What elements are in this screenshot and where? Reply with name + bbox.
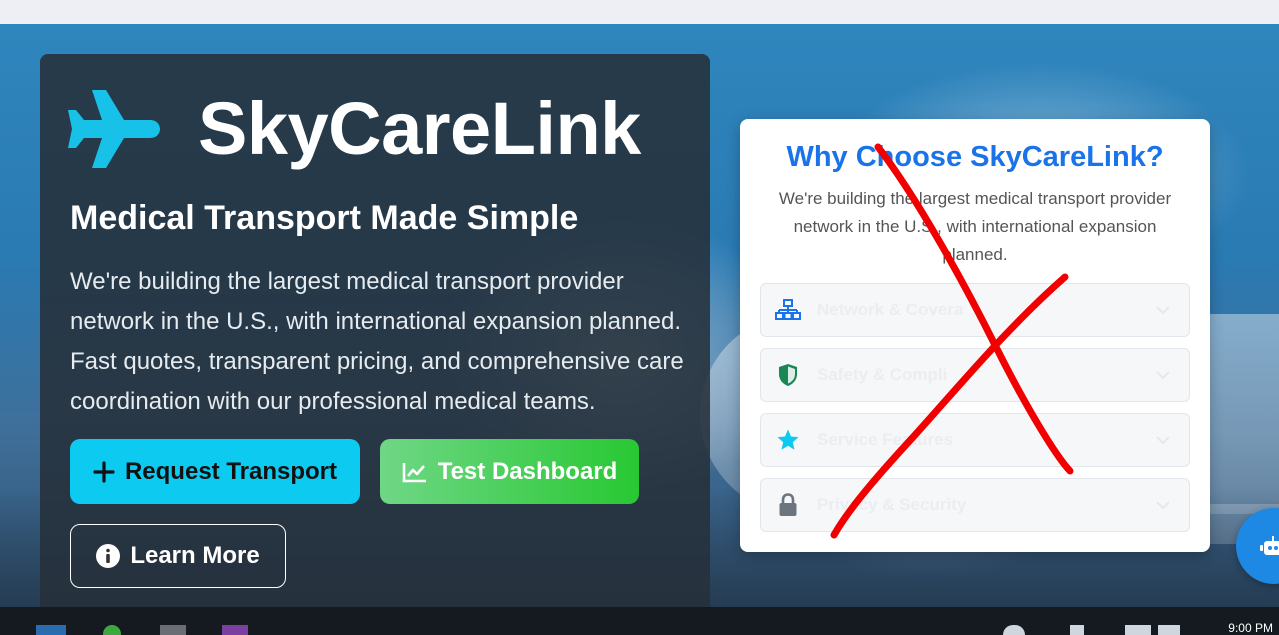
intro-panel: SkyCareLink Medical Transport Made Simpl… [40, 54, 710, 614]
tray-icon[interactable] [1003, 625, 1025, 635]
learn-more-label: Learn More [130, 542, 260, 569]
accordion-privacy-security[interactable]: Privacy & Security [760, 478, 1190, 532]
lock-icon [775, 492, 801, 518]
test-dashboard-label: Test Dashboard [437, 457, 618, 485]
why-choose-card: Why Choose SkyCareLink? We're building t… [740, 119, 1210, 552]
chevron-down-icon [1155, 302, 1171, 320]
chart-line-icon [402, 461, 428, 483]
request-transport-button[interactable]: Request Transport [70, 439, 360, 504]
brand-name: SkyCareLink [198, 87, 641, 170]
test-dashboard-button[interactable]: Test Dashboard [380, 439, 639, 504]
accordion-network-coverage[interactable]: Network & Covera [760, 283, 1190, 337]
taskbar: 9:00 PM [0, 607, 1279, 635]
star-icon [775, 427, 801, 453]
app-icon[interactable] [103, 625, 121, 635]
plane-icon [68, 90, 160, 168]
accordion-label: Privacy & Security [817, 495, 967, 514]
chevron-down-icon [1155, 432, 1171, 450]
accordion-safety-compliance[interactable]: Safety & Compli [760, 348, 1190, 402]
accordion-label: Service Features [817, 430, 954, 449]
card-subtitle: We're building the largest medical trans… [778, 189, 1172, 264]
shield-icon [775, 362, 801, 388]
accordion-label: Network & Covera [817, 300, 964, 319]
chevron-down-icon [1155, 367, 1171, 385]
chevron-down-icon [1155, 497, 1171, 515]
request-transport-label: Request Transport [124, 457, 338, 485]
app-icon[interactable] [222, 625, 248, 635]
network-icon [775, 297, 801, 323]
robot-icon [1260, 536, 1279, 563]
tagline: Medical Transport Made Simple [70, 199, 579, 237]
plus-icon [93, 460, 115, 483]
tray-icon[interactable] [1158, 625, 1180, 635]
brand[interactable]: SkyCareLink [68, 88, 641, 170]
taskbar-clock[interactable]: 9:00 PM [1228, 621, 1273, 635]
app-icon[interactable] [160, 625, 186, 635]
accordion-service-features[interactable]: Service Features [760, 413, 1190, 467]
tray-icon[interactable] [1125, 625, 1151, 635]
card-title: Why Choose SkyCareLink? [786, 141, 1164, 173]
browser-top-strip [0, 0, 1279, 24]
hero-description: We're building the largest medical trans… [70, 268, 684, 415]
learn-more-button[interactable]: Learn More [70, 524, 286, 588]
start-icon[interactable] [36, 625, 66, 635]
tray-icon[interactable] [1070, 625, 1084, 635]
info-circle-icon [96, 544, 121, 568]
accordion-label: Safety & Compli [817, 365, 948, 384]
